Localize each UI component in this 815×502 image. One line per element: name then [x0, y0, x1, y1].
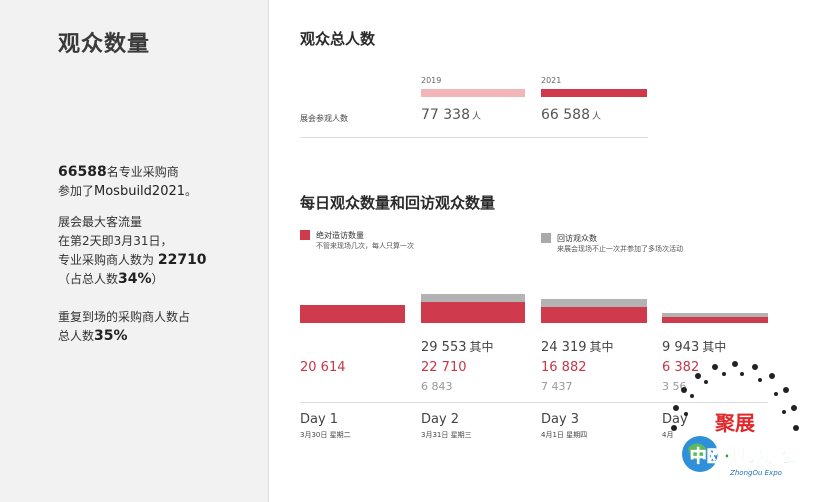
day1-label: Day 1	[300, 412, 339, 427]
day2-total-suffix: 其中	[469, 340, 494, 354]
day2-total: 29 553 其中	[421, 338, 494, 355]
event-name: Mosbuild2021	[94, 184, 186, 199]
day4-total: 9 943 其中	[662, 338, 726, 355]
summary-peak: 展会最大客流量 在第2天即3月31日， 专业采购商人数为 22710 （占总人数…	[58, 213, 207, 289]
summary-repeat: 重复到场的采购商人数占 总人数35%	[58, 308, 190, 346]
peak-number: 22710	[157, 252, 207, 268]
total-divider	[300, 137, 648, 138]
year-2021-label: 2021	[541, 76, 562, 85]
year-2019-label: 2019	[421, 76, 442, 85]
logo-name-cn: 聚展	[714, 411, 755, 435]
day4-first-bar	[662, 317, 768, 323]
day2-date: 3月31日 星期三	[421, 431, 472, 439]
total-section-title: 观众总人数	[300, 30, 376, 48]
visitors-number: 66588	[58, 164, 107, 180]
page-title: 观众数量	[58, 32, 151, 57]
logo-brand-cn: 中欧·世界展会	[690, 446, 798, 467]
day1-first-bar	[300, 305, 405, 323]
day3-total-suffix: 其中	[589, 340, 614, 354]
legend-first-swatch	[300, 230, 310, 240]
day2-first-bar	[421, 302, 525, 323]
visitors-suffix: 。	[185, 184, 198, 198]
peak-line-2: 在第2天即3月31日，	[58, 234, 173, 248]
day3-total-number: 24 319	[541, 340, 587, 355]
legend-first-sub: 不管来现场几次，每人只算一次	[316, 242, 414, 250]
peak-line-1: 展会最大客流量	[58, 215, 143, 229]
peak-share-suffix: ）	[151, 272, 164, 286]
day2-repeat-bar	[421, 294, 525, 302]
day2-label: Day 2	[421, 412, 460, 427]
summary-visitors: 66588名专业采购商 参加了Mosbuild2021。	[58, 163, 197, 201]
day1-first-value: 20 614	[300, 360, 346, 375]
zhongou-expo-logo: 聚展 中欧·世界展会 ZhongOu Expo	[671, 361, 799, 477]
day3-date: 4月1日 星期四	[541, 431, 588, 439]
repeat-line-2: 总人数	[58, 329, 95, 343]
day3-label: Day 3	[541, 412, 580, 427]
peak-share: 34%	[118, 271, 152, 287]
visitors-text: 名专业采购商	[106, 165, 179, 179]
peak-share-prefix: （占总人数	[58, 272, 119, 286]
total-row-label: 展会参观人数	[300, 114, 348, 123]
day4-total-suffix: 其中	[702, 340, 727, 354]
logo-brand-en: ZhongOu Expo	[729, 469, 782, 477]
day3-repeat-value: 7 437	[541, 380, 573, 393]
total-2021-unit: 人	[592, 112, 602, 122]
repeat-line-1: 重复到场的采购商人数占	[58, 310, 191, 324]
total-2019-value: 77 338 人	[421, 107, 481, 123]
day1-date: 3月30日 星期二	[300, 431, 351, 439]
total-2019-unit: 人	[472, 112, 482, 122]
day3-first-bar	[541, 307, 647, 323]
divider	[268, 0, 269, 502]
peak-line-3: 专业采购商人数为	[58, 253, 155, 267]
repeat-share: 35%	[94, 328, 128, 344]
legend-repeat-sub: 来展会现场不止一次并参加了多场次活动	[557, 245, 683, 253]
year-2021-bar	[541, 89, 647, 97]
day3-total: 24 319 其中	[541, 338, 614, 355]
total-2021-value: 66 588 人	[541, 107, 601, 123]
day3-first-value: 16 882	[541, 360, 587, 375]
total-2021-number: 66 588	[541, 107, 590, 123]
daily-section-title: 每日观众数量和回访观众数量	[300, 194, 496, 212]
legend-repeat-swatch	[541, 233, 551, 243]
legend-first-label: 绝对造访数量	[316, 231, 364, 240]
legend-repeat-label: 回访观众数	[557, 234, 597, 243]
day2-first-value: 22 710	[421, 360, 467, 375]
day2-repeat-value: 6 843	[421, 380, 453, 393]
day4-total-number: 9 943	[662, 340, 700, 355]
visitors-prefix: 参加了	[58, 184, 95, 198]
total-2019-number: 77 338	[421, 107, 470, 123]
year-2019-bar	[421, 89, 525, 97]
day2-total-number: 29 553	[421, 340, 467, 355]
day3-repeat-bar	[541, 299, 647, 307]
